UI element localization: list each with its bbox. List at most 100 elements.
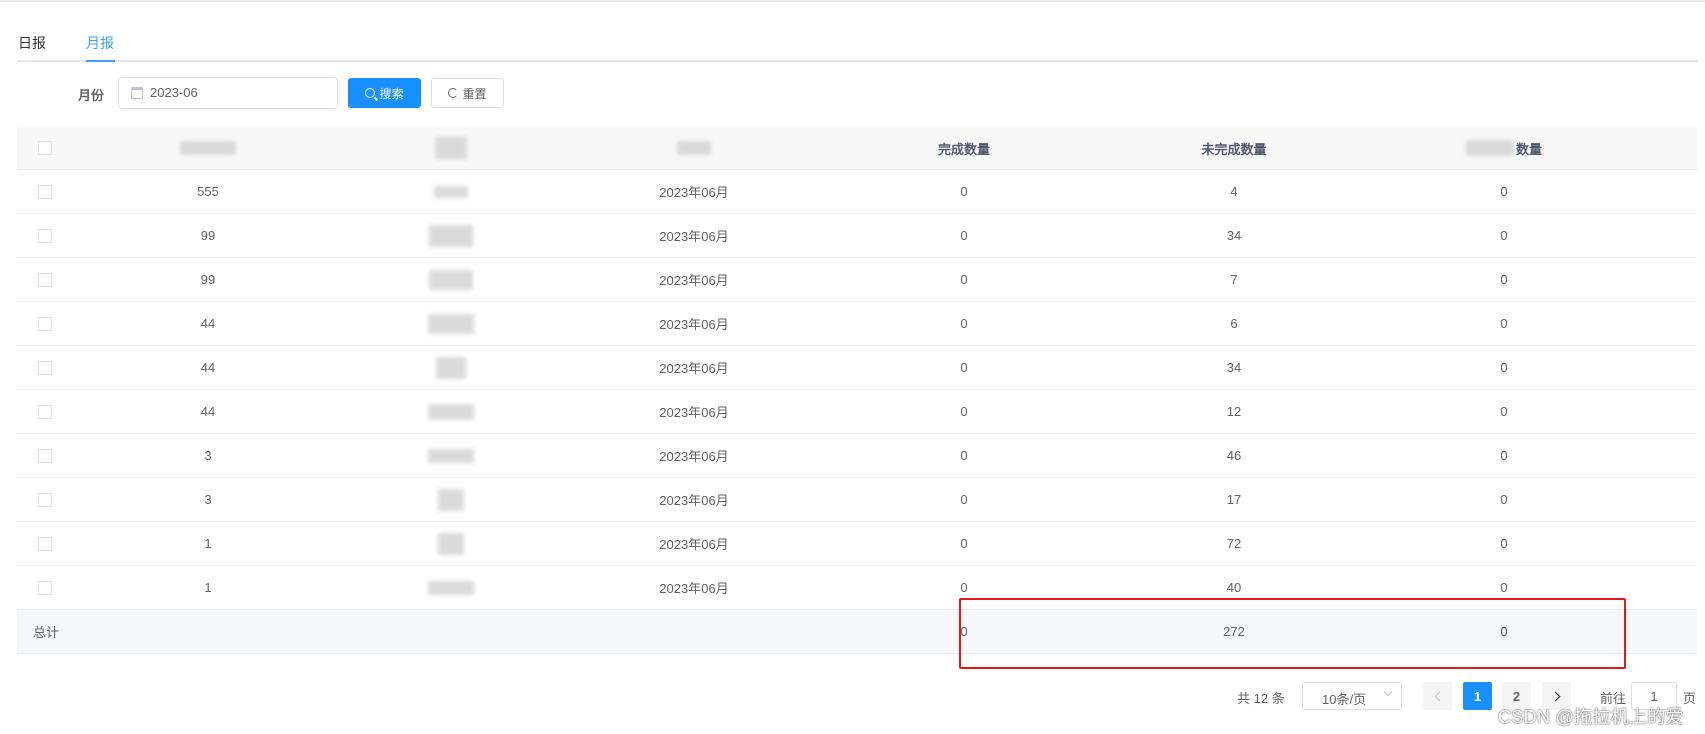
row-month: 2023年06月 (659, 229, 729, 244)
active-tab-indicator (86, 60, 115, 62)
prev-page-button[interactable] (1423, 682, 1452, 710)
row-checkbox[interactable] (38, 272, 52, 287)
table-row: 555 2023年06月 0 4 0 (17, 170, 1697, 214)
tab-monthly[interactable]: 月报 (86, 33, 114, 53)
row-col-6: 0 (1500, 360, 1508, 375)
redacted-text (428, 448, 474, 463)
month-picker[interactable]: 2023-06 (118, 77, 338, 109)
row-col-2 (343, 170, 559, 213)
header-undone-count: 未完成数量 (1201, 141, 1267, 157)
redacted-text (428, 403, 474, 420)
row-checkbox[interactable] (38, 360, 52, 375)
row-col-6: 0 (1500, 184, 1508, 199)
row-col-2 (343, 522, 559, 565)
row-month: 2023年06月 (659, 493, 729, 508)
monthly-report-table: 完成数量 未完成数量 数量 555 2023年06月 0 4 0 99 2023… (17, 127, 1697, 654)
row-col-6: 0 (1500, 404, 1508, 419)
row-done: 0 (960, 448, 968, 463)
table-row: 1 2023年06月 0 72 0 (17, 522, 1697, 566)
redacted-text (428, 580, 474, 595)
refresh-icon (448, 88, 459, 98)
row-col-1: 1 (204, 580, 212, 595)
row-col-1: 555 (197, 184, 219, 199)
redacted-text (180, 141, 236, 155)
row-done: 0 (960, 316, 968, 331)
row-done: 0 (960, 492, 968, 507)
row-checkbox[interactable] (38, 448, 52, 463)
row-col-2 (343, 434, 559, 477)
header-col-6-suffix: 数量 (1515, 141, 1542, 157)
row-select-cell (17, 258, 73, 301)
total-label: 总计 (33, 625, 60, 640)
search-button[interactable]: 搜索 (348, 78, 421, 108)
row-select-cell (17, 302, 73, 345)
row-checkbox[interactable] (38, 184, 52, 199)
redacted-text (434, 185, 468, 198)
row-checkbox[interactable] (38, 228, 52, 243)
row-undone: 46 (1226, 448, 1242, 463)
search-form: 月份 2023-06 搜索 重置 (0, 77, 600, 109)
table-row: 99 2023年06月 0 7 0 (17, 258, 1697, 302)
table-row: 44 2023年06月 0 12 0 (17, 390, 1697, 434)
row-select-cell (17, 214, 73, 257)
row-done: 0 (960, 184, 968, 199)
row-month: 2023年06月 (659, 361, 729, 376)
row-select-cell (17, 478, 73, 521)
table-row: 99 2023年06月 0 34 0 (17, 214, 1697, 258)
row-col-2 (343, 346, 559, 389)
table-header: 完成数量 未完成数量 数量 (17, 127, 1697, 170)
page-size-select[interactable]: 10条/页 (1302, 682, 1402, 710)
header-col-3 (559, 127, 829, 169)
row-checkbox[interactable] (38, 580, 52, 595)
row-select-cell (17, 170, 73, 213)
search-button-label: 搜索 (379, 86, 404, 101)
row-month: 2023年06月 (659, 537, 729, 552)
row-col-6: 0 (1500, 448, 1508, 463)
chevron-right-icon (1550, 691, 1560, 701)
month-value: 2023-06 (150, 85, 198, 100)
report-tabs: 日报 月报 (17, 26, 1697, 62)
row-done: 0 (960, 272, 968, 287)
row-col-2 (343, 478, 559, 521)
row-undone: 34 (1226, 228, 1242, 243)
redacted-text (438, 488, 464, 511)
select-all-cell (17, 127, 73, 169)
row-col-1: 3 (204, 492, 212, 507)
table-row: 3 2023年06月 0 46 0 (17, 434, 1697, 478)
page-button-1[interactable]: 1 (1463, 682, 1492, 710)
redacted-text (436, 356, 466, 379)
row-col-6: 0 (1500, 492, 1508, 507)
row-col-1: 44 (200, 360, 216, 375)
redacted-text (429, 269, 473, 290)
row-month: 2023年06月 (659, 273, 729, 288)
table-row: 44 2023年06月 0 34 0 (17, 346, 1697, 390)
row-done: 0 (960, 228, 968, 243)
pagination-total: 共 12 条 (1237, 691, 1285, 706)
select-all-checkbox[interactable] (38, 141, 52, 155)
row-col-1: 99 (200, 228, 216, 243)
row-checkbox[interactable] (38, 536, 52, 551)
top-border (0, 0, 1705, 2)
row-month: 2023年06月 (659, 581, 729, 596)
redacted-text (428, 313, 474, 334)
reset-button-label: 重置 (462, 86, 487, 101)
row-undone: 12 (1226, 404, 1242, 419)
row-month: 2023年06月 (659, 185, 729, 200)
page-size-value: 10条/页 (1322, 692, 1367, 707)
row-checkbox[interactable] (38, 404, 52, 419)
redacted-text (1465, 140, 1514, 156)
month-label: 月份 (78, 88, 105, 103)
row-col-2 (343, 390, 559, 433)
row-undone: 34 (1226, 360, 1242, 375)
redacted-text (438, 532, 464, 555)
redacted-text (435, 137, 467, 159)
page-suffix: 页 (1683, 691, 1697, 706)
row-col-1: 44 (200, 316, 216, 331)
reset-button[interactable]: 重置 (431, 78, 504, 108)
row-checkbox[interactable] (38, 316, 52, 331)
row-checkbox[interactable] (38, 492, 52, 507)
tab-daily[interactable]: 日报 (18, 33, 46, 53)
header-col-6: 数量 (1369, 127, 1639, 169)
header-done-count: 完成数量 (937, 141, 990, 157)
row-col-2 (343, 258, 559, 301)
